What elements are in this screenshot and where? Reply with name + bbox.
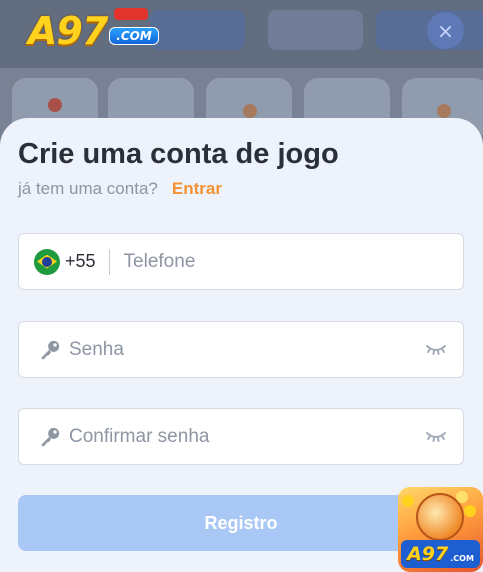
logo-tag: .COM — [109, 27, 159, 45]
phone-field: +55 — [18, 233, 464, 290]
promo-logo-text: A97 — [407, 543, 449, 565]
phone-input[interactable] — [123, 234, 463, 289]
promo-logo: A97 .COM — [401, 540, 480, 568]
confirm-password-field — [18, 408, 464, 465]
promo-character-image — [416, 493, 464, 541]
eye-closed-icon[interactable] — [426, 430, 446, 444]
password-input[interactable] — [69, 322, 426, 377]
close-icon: × — [437, 18, 454, 43]
login-prompt-text: já tem uma conta? — [18, 179, 158, 198]
coins-icon — [402, 495, 414, 507]
eye-closed-icon[interactable] — [426, 343, 446, 357]
key-icon — [41, 427, 60, 446]
close-button[interactable]: × — [427, 12, 464, 49]
login-link[interactable]: Entrar — [172, 179, 222, 199]
country-code[interactable]: +55 — [65, 251, 96, 272]
promo-floating-banner[interactable]: A97 .COM — [398, 487, 483, 572]
password-field — [18, 321, 464, 378]
logo-crown-icon — [114, 8, 148, 20]
brazil-flag-icon[interactable] — [34, 248, 60, 275]
promo-logo-tag: .COM — [450, 553, 474, 563]
confirm-password-input[interactable] — [69, 409, 426, 464]
field-divider — [108, 248, 110, 275]
logo-text: A97 — [28, 9, 108, 53]
brand-logo: A97 .COM — [28, 8, 159, 53]
login-prompt: já tem uma conta? Entrar — [18, 179, 222, 199]
modal-title: Crie uma conta de jogo — [18, 138, 339, 170]
key-icon — [41, 340, 60, 359]
